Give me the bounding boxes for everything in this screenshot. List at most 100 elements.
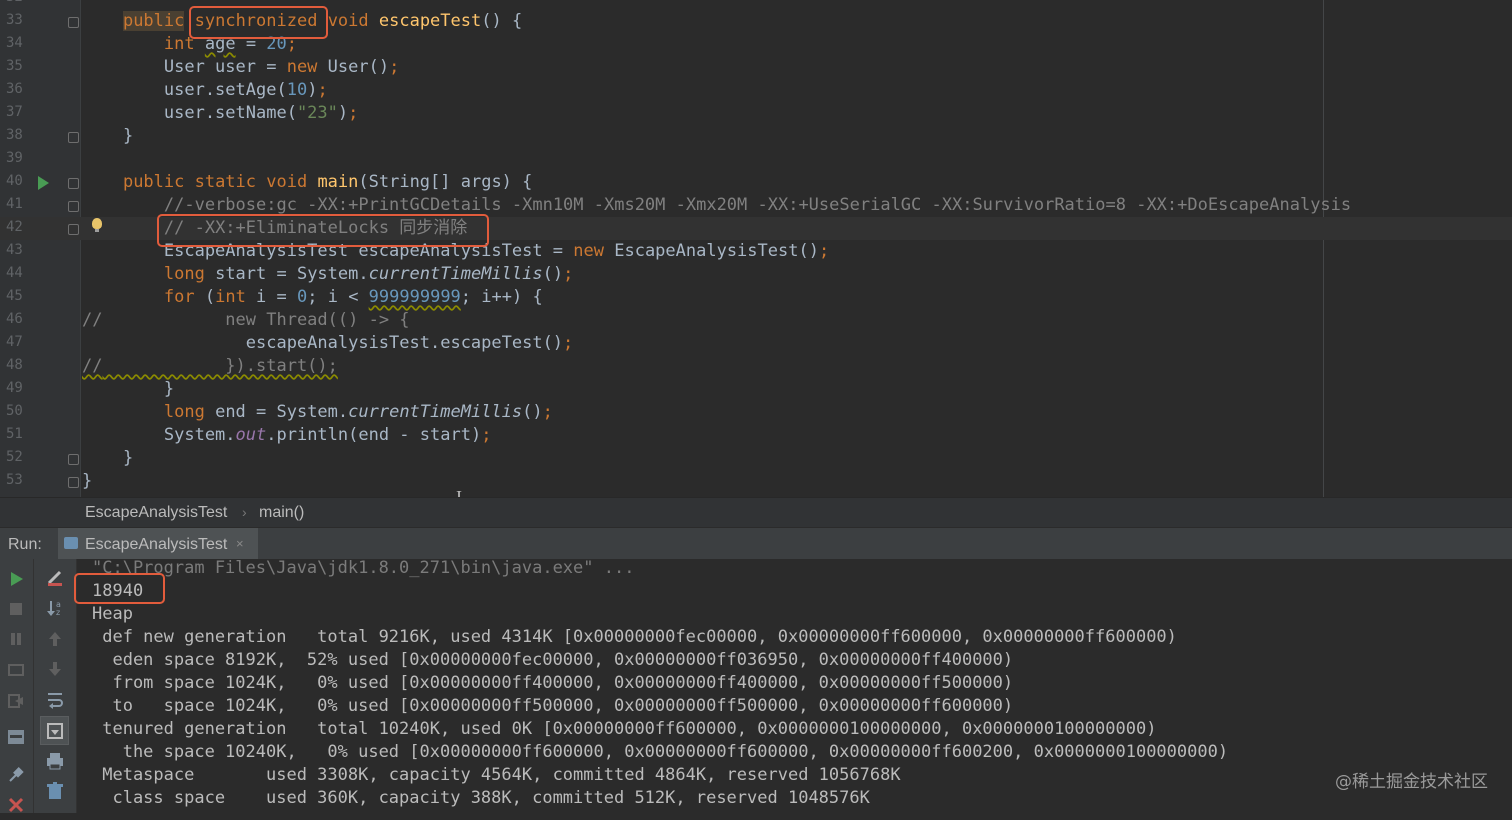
edit-config-icon[interactable] [45,567,65,587]
exit-icon[interactable] [6,691,26,711]
console-output[interactable]: "C:\Program Files\Java\jdk1.8.0_271\bin\… [77,558,1512,813]
breadcrumb-separator: › [242,504,247,520]
rerun-icon[interactable] [6,569,26,589]
fold-marker-icon[interactable] [68,17,79,28]
fold-marker-icon[interactable] [68,201,79,212]
up-arrow-icon[interactable] [45,629,65,649]
fold-marker-icon[interactable] [68,454,79,465]
code-line[interactable]: 46 // new Thread(() -> { [0,309,1512,332]
line-number: 49 [6,380,23,396]
fold-marker-icon[interactable] [68,477,79,488]
line-number: 32 [6,0,28,5]
code-text: long end = System.currentTimeMillis(); [163,402,553,422]
line-number: 41 [6,196,23,212]
fold-marker-icon[interactable] [68,178,79,189]
run-tab-escape-analysis-test[interactable]: EscapeAnalysisTest × [58,528,258,560]
code-line[interactable]: 37 user.setName("23"); [0,102,1512,125]
scroll-to-end-icon [45,721,65,741]
run-gutter-icon[interactable] [38,176,49,190]
line-number: 38 [6,127,23,143]
console-line: from space 1024K, 0% used [0x00000000ff4… [92,673,1014,693]
code-editor[interactable]: 32 33 public synchronized void escapeTes… [0,0,1512,497]
breadcrumb-method[interactable]: main() [259,504,304,522]
stop-icon[interactable] [6,599,26,619]
code-text: user.setName("23"); [82,103,359,123]
scroll-to-end-toggle[interactable] [40,716,69,745]
fold-marker-icon[interactable] [68,132,79,143]
code-text: escapeAnalysisTest.escapeTest(); [82,333,574,353]
down-arrow-icon[interactable] [45,659,65,679]
code-text: user.setAge(10); [82,80,328,100]
code-line[interactable]: 45 for (int i = 0; i < 999999999; i++) { [0,286,1512,309]
code-line[interactable]: 47 escapeAnalysisTest.escapeTest(); [0,332,1512,355]
svg-text:z: z [56,608,60,617]
line-number: 47 [6,334,23,350]
run-tool-window-header: Run: EscapeAnalysisTest × [0,527,1512,560]
code-line[interactable]: 48 // }).start(); [0,355,1512,378]
console-line: class space used 360K, capacity 388K, co… [92,788,870,808]
dump-threads-icon[interactable] [6,660,26,680]
console-line: tenured generation total 10240K, used 0K… [92,719,1157,739]
code-line[interactable]: 53 } [0,470,1512,493]
lightbulb-icon[interactable] [92,218,102,232]
close-icon[interactable] [6,795,26,815]
highlight-box-eliminate-locks [157,214,489,247]
run-config-icon [64,537,78,549]
breadcrumb-class[interactable]: EscapeAnalysisTest [85,504,227,522]
watermark: @稀土掘金技术社区 [1335,772,1488,792]
close-tab-icon[interactable]: × [236,536,244,551]
line-number: 39 [6,150,23,166]
code-text: } [82,126,134,146]
line-number: 45 [6,288,23,304]
code-text: User user = new User(); [82,57,400,77]
code-text: } [82,471,93,491]
print-icon[interactable] [45,751,65,771]
code-text: System.out.println(end - start); [82,425,492,445]
code-line[interactable]: 35 User user = new User(); [0,56,1512,79]
code-line[interactable]: 52 } [0,447,1512,470]
breadcrumb: EscapeAnalysisTest › main() [0,497,1512,528]
code-text: } [82,448,134,468]
line-number: 37 [6,104,23,120]
code-line[interactable]: 39 [0,148,1512,171]
line-number: 51 [6,426,23,442]
code-line[interactable]: 40 public static void main(String[] args… [0,171,1512,194]
console-line: eden space 8192K, 52% used [0x00000000fe… [92,650,1014,670]
line-number: 40 [6,173,23,189]
pause-icon[interactable] [6,629,26,649]
code-line[interactable]: 44 long start = System.currentTimeMillis… [0,263,1512,286]
code-text: for (int i = 0; i < 999999999; i++) { [163,287,543,307]
line-number: 42 [6,219,23,235]
run-label: Run: [8,536,42,553]
line-number: 44 [6,265,23,281]
line-number: 35 [6,58,23,74]
code-text: long start = System.currentTimeMillis(); [163,264,574,284]
code-text: //-verbose:gc -XX:+PrintGCDetails -Xmn10… [163,195,1352,215]
console-line: the space 10240K, 0% used [0x00000000ff6… [92,742,1229,762]
line-number: 50 [6,403,23,419]
line-number: 52 [6,449,23,465]
layout-icon[interactable] [6,727,26,747]
pin-icon[interactable] [6,765,26,785]
code-text: // new Thread(() -> { [82,310,410,330]
code-text: } [82,379,175,399]
sort-icon[interactable]: az [45,598,65,618]
highlight-box-synchronized [189,6,328,39]
code-line[interactable]: 49 } [0,378,1512,401]
run-toolbar-right: az [34,559,77,813]
code-line[interactable]: 51 System.out.println(end - start); [0,424,1512,447]
code-line[interactable]: 36 user.setAge(10); [0,79,1512,102]
highlight-box-elapsed-time [74,573,165,604]
line-number: 46 [6,311,23,327]
soft-wrap-icon[interactable] [45,689,65,709]
console-line: Heap [92,604,133,624]
clear-icon[interactable] [45,781,65,801]
line-number: 36 [6,81,23,97]
code-line[interactable]: 50 long end = System.currentTimeMillis()… [0,401,1512,424]
run-tab-label: EscapeAnalysisTest [85,536,228,553]
code-text: // }).start(); [82,356,338,376]
fold-marker-icon[interactable] [68,224,79,235]
code-text: public static void main(String[] args) { [122,172,533,192]
run-toolbar-left [0,559,34,813]
code-line[interactable]: 38 } [0,125,1512,148]
